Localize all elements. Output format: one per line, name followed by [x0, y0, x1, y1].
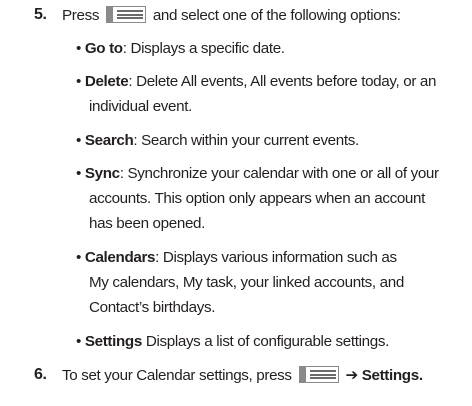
option-desc-search: Search within your current events.	[137, 132, 359, 149]
list-item-calendars: • Calendars: Displays various informatio…	[76, 249, 397, 266]
option-term-go-to: Go to	[84, 40, 123, 57]
list-item-go-to: • Go to: Displays a specific date.	[76, 40, 285, 57]
option-term-settings: Settings	[84, 333, 142, 350]
option-desc-sync-cont-1: accounts. This option only appears when …	[89, 190, 425, 207]
step-6-text: To set your Calendar settings, press ➔ S…	[62, 366, 423, 384]
bullet: •	[76, 132, 81, 149]
manual-page: 5. Press and select one of the following…	[0, 0, 472, 406]
list-item-sync: • Sync: Synchronize your calendar with o…	[76, 165, 439, 182]
option-term-calendars: Calendars	[84, 249, 156, 266]
menu-key-icon	[298, 366, 339, 383]
bullet: •	[76, 40, 81, 57]
option-term-search: Search	[84, 132, 134, 149]
list-item-settings: • Settings Displays a list of configurab…	[76, 333, 389, 350]
bullet: •	[76, 333, 81, 350]
option-desc-go-to: Displays a specific date.	[126, 40, 285, 57]
option-term-delete: Delete	[84, 73, 129, 90]
option-desc-calendars: Displays various information such as	[159, 249, 397, 266]
option-desc-delete: Delete All events, All events before tod…	[132, 73, 437, 90]
list-item-search: • Search: Search within your current eve…	[76, 132, 359, 149]
list-item-delete: • Delete: Delete All events, All events …	[76, 73, 437, 90]
menu-key-icon	[105, 6, 146, 23]
step-6-text-before: To set your Calendar settings, press	[62, 367, 292, 384]
bullet: •	[76, 249, 81, 266]
option-term-sync: Sync	[84, 165, 120, 182]
bullet: •	[76, 165, 81, 182]
option-desc-calendars-cont-2: Contact’s birthdays.	[89, 299, 216, 316]
step-5-text-before: Press	[62, 7, 100, 24]
option-desc-delete-cont: individual event.	[89, 98, 192, 115]
step-5-text-after: and select one of the following options:	[152, 7, 401, 24]
step-5-number: 5.	[34, 6, 47, 23]
step-5-text: Press and select one of the following op…	[62, 6, 401, 24]
option-desc-settings: Displays a list of configurable settings…	[141, 333, 389, 350]
step-6-number: 6.	[34, 366, 47, 383]
option-desc-sync-cont-2: has been opened.	[89, 215, 206, 232]
arrow-icon: ➔	[345, 367, 358, 384]
option-desc-sync: Synchronize your calendar with one or al…	[123, 165, 439, 182]
bullet: •	[76, 73, 81, 90]
settings-label: Settings	[361, 367, 419, 384]
option-desc-calendars-cont-1: My calendars, My task, your linked accou…	[89, 274, 404, 291]
